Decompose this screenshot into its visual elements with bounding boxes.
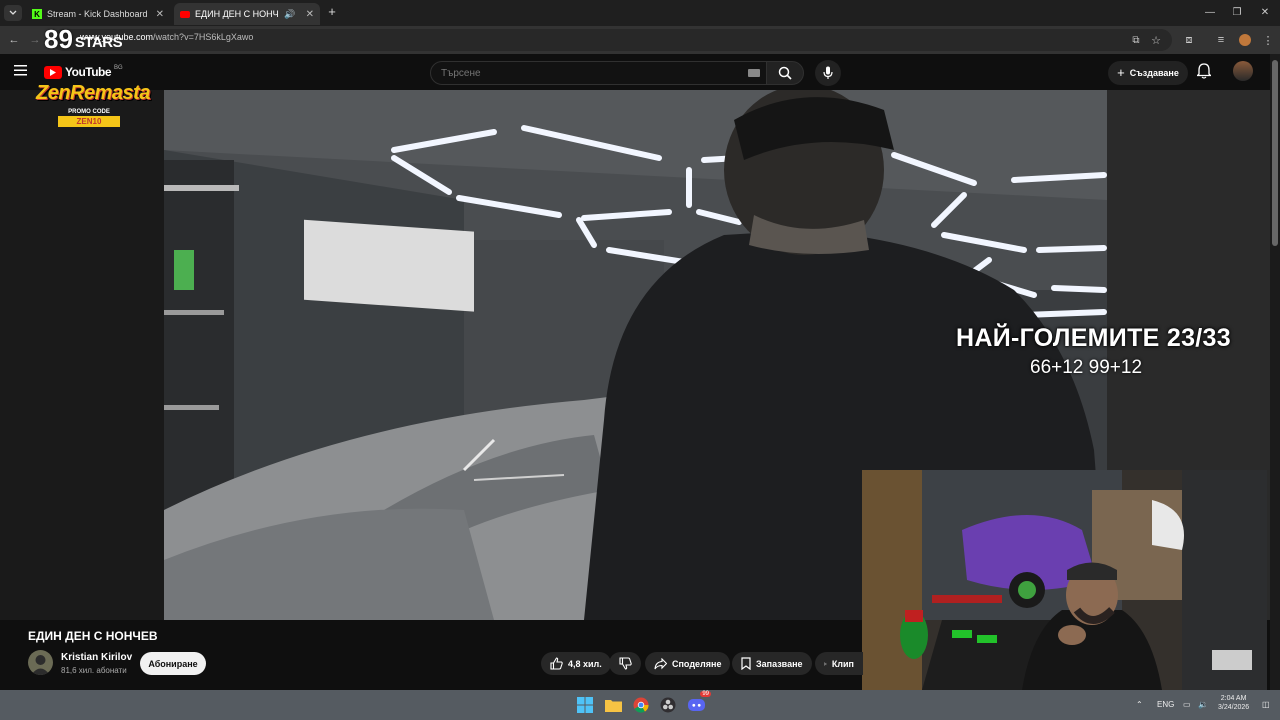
youtube-icon (180, 10, 190, 18)
tab-title: Stream - Kick Dashboard (47, 9, 148, 19)
install-app-icon[interactable]: ⧉ (1127, 31, 1145, 49)
search-box[interactable] (430, 61, 770, 85)
video-title: ЕДИН ДЕН С НОНЧЕВ (28, 629, 158, 643)
tab-kick-dashboard[interactable]: K Stream - Kick Dashboard ✕ (26, 3, 170, 25)
speaker-icon[interactable]: 🔊 (284, 9, 295, 20)
close-icon[interactable]: ✕ (156, 9, 164, 20)
channel-avatar[interactable] (28, 650, 53, 675)
tab-search-button[interactable] (4, 5, 22, 21)
dislike-button[interactable] (609, 652, 641, 675)
overlay-scores: 66+12 99+12 (1030, 357, 1143, 378)
sponsor-name: ZenRemasta (36, 82, 150, 104)
notification-center-icon[interactable]: ◫ (1262, 700, 1270, 709)
discord-icon[interactable]: 99 (686, 691, 711, 715)
forward-button[interactable]: → (26, 31, 44, 49)
plus-icon: + (1117, 65, 1125, 80)
browser-menu-icon[interactable]: ⋮ (1259, 31, 1277, 49)
ac-unit (304, 219, 474, 312)
url-path: /watch?v=7HS6kLgXawo (153, 32, 254, 42)
promo-code: ZEN10 (58, 116, 120, 127)
save-label: Запазване (756, 658, 803, 669)
thumbs-up-icon (550, 657, 563, 670)
windows-start-icon[interactable] (575, 695, 595, 715)
like-count: 4,8 хил. (568, 658, 602, 669)
media-control-icon[interactable]: ≡ (1212, 31, 1230, 49)
new-tab-button[interactable]: + (325, 5, 339, 19)
tab-youtube-video[interactable]: ЕДИН ДЕН С НОНЧЕВ - Yo 🔊 ✕ (174, 3, 320, 25)
youtube-play-icon (44, 65, 62, 79)
back-button[interactable]: ← (5, 31, 23, 49)
clock-date: 3/24/2026 (1218, 704, 1250, 711)
maximize-button[interactable]: ❐ (1222, 0, 1252, 24)
scrollbar-thumb[interactable] (1272, 60, 1278, 246)
share-button[interactable]: Споделяне (645, 652, 731, 675)
search-button[interactable] (766, 61, 804, 85)
channel-name[interactable]: Kristian Kirilov (61, 652, 132, 663)
thumbs-down-icon (618, 657, 632, 670)
clip-label: Клип (831, 658, 854, 669)
bell-icon (1197, 63, 1211, 79)
chevron-down-icon (9, 10, 17, 15)
clip-button[interactable]: Клип (815, 652, 863, 675)
tray-overflow-icon[interactable]: ⌃ (1136, 700, 1143, 709)
share-label: Споделяне (672, 658, 722, 669)
youtube-region: BG (114, 65, 123, 71)
network-icon[interactable]: ▭ (1183, 700, 1191, 709)
extensions-icon[interactable]: ⧈ (1180, 31, 1198, 49)
youtube-logo[interactable]: YouTube BG (44, 65, 123, 79)
subscribe-button[interactable]: Абониране (140, 652, 206, 675)
minimize-button[interactable]: — (1195, 0, 1225, 24)
kick-icon: K (32, 9, 42, 19)
scissors-icon (824, 662, 827, 665)
subscriber-count: 81,6 хил. абонати (61, 666, 127, 675)
create-button[interactable]: + Създаване (1108, 61, 1188, 85)
search-input[interactable] (431, 62, 731, 84)
file-explorer-icon[interactable] (603, 695, 623, 715)
brand-stars-text: STARS (74, 34, 123, 51)
voice-search-button[interactable] (815, 60, 841, 86)
volume-icon[interactable]: 🔉 (1198, 700, 1208, 709)
chrome-icon[interactable] (631, 695, 651, 715)
browser-tab-strip: K Stream - Kick Dashboard ✕ ЕДИН ДЕН С Н… (0, 0, 1280, 26)
share-icon (654, 657, 667, 669)
account-avatar[interactable] (1233, 61, 1253, 81)
webcam-frame (862, 470, 1267, 690)
obs-icon[interactable] (658, 695, 678, 715)
profile-avatar[interactable] (1236, 31, 1254, 49)
sponsor-logo: ZenRemasta PROMO CODE ZEN10 (36, 82, 150, 127)
keyboard-icon[interactable] (748, 69, 760, 77)
promo-label: PROMO CODE (68, 109, 110, 115)
search-icon (778, 66, 792, 80)
webcam-feed (862, 470, 1267, 690)
notifications-button[interactable] (1197, 63, 1211, 79)
bookmark-star-icon[interactable]: ☆ (1147, 31, 1165, 49)
like-button[interactable]: 4,8 хил. (541, 652, 611, 675)
brand-89-text: 89 (44, 24, 73, 54)
create-label: Създаване (1129, 68, 1179, 78)
hamburger-menu-icon[interactable] (14, 64, 30, 78)
youtube-logo-text: YouTube (65, 65, 112, 79)
system-clock[interactable]: 2:04 AM 3/24/2026 (1218, 694, 1249, 712)
bookmark-icon (741, 657, 751, 670)
browser-toolbar: ← → www.youtube.com/watch?v=7HS6kLgXawo … (0, 26, 1280, 54)
microphone-icon (823, 66, 833, 79)
stars-logo: 89 STARS (44, 24, 123, 54)
clock-time: 2:04 AM (1220, 695, 1247, 702)
tab-title: ЕДИН ДЕН С НОНЧЕВ - Yo (195, 9, 279, 19)
save-button[interactable]: Запазване (732, 652, 812, 675)
discord-badge: 99 (700, 691, 711, 697)
video-letterbox-left (0, 90, 164, 620)
overlay-title: НАЙ-ГОЛЕМИТЕ 23/33 (956, 324, 1231, 352)
window-close-button[interactable]: ✕ (1250, 0, 1280, 24)
language-indicator[interactable]: ENG (1157, 700, 1174, 709)
close-icon[interactable]: ✕ (306, 9, 314, 20)
